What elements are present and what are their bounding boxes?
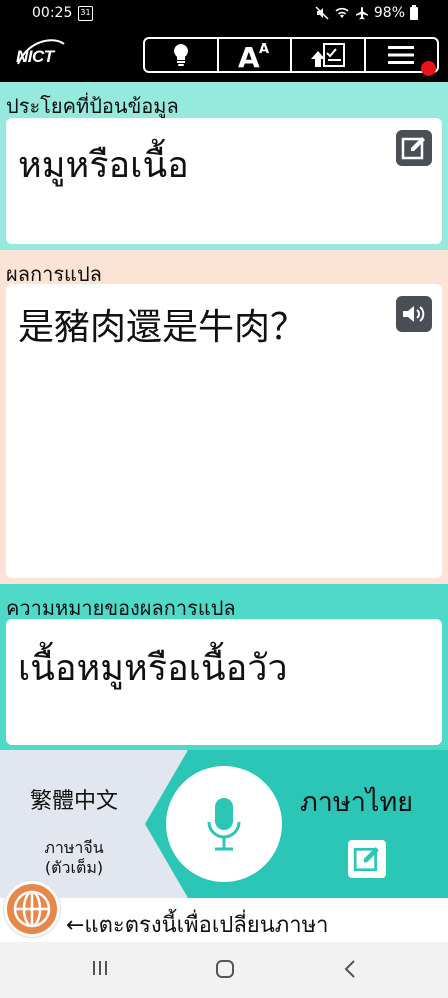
translation-card: 是豬肉還是牛肉？: [6, 284, 442, 578]
hint-button[interactable]: [145, 39, 219, 71]
translation-section: ผลการแปล 是豬肉還是牛肉？: [0, 250, 448, 584]
font-size-button[interactable]: A A: [219, 39, 292, 71]
airplane-mode-icon: [355, 7, 368, 20]
app-toolbar: NICT A A: [0, 28, 448, 82]
translation-text: 是豬肉還是牛肉？: [18, 307, 307, 348]
microphone-button[interactable]: [166, 766, 282, 882]
target-language-name[interactable]: ภาษาไทย: [300, 780, 413, 823]
back-translation-section: ความหมายของผลการแปล เนื้อหมูหรือเนื้อวัว: [0, 584, 448, 750]
upload-list-icon: [310, 43, 345, 67]
edit-icon: [401, 137, 425, 160]
back-button[interactable]: [342, 958, 358, 980]
home-icon: [216, 960, 234, 978]
edit-icon: [353, 847, 379, 872]
notification-badge: [421, 61, 436, 76]
input-card[interactable]: หมูหรือเนื้อ: [6, 118, 442, 244]
input-text: หมูหรือเนื้อ: [18, 145, 189, 186]
calendar-icon: 31: [78, 6, 93, 21]
battery-icon: [410, 4, 418, 20]
mute-icon: [315, 6, 329, 20]
microphone-icon: [207, 798, 241, 851]
globe-icon: [13, 890, 51, 928]
status-time: 00:25: [32, 5, 73, 21]
app-logo[interactable]: NICT: [16, 47, 54, 67]
back-icon: [344, 960, 355, 978]
svg-text:A: A: [238, 41, 260, 69]
toolbar-button-group: A A: [143, 37, 439, 73]
status-icons: 98%: [315, 4, 418, 21]
svg-text:A: A: [259, 42, 269, 57]
lightbulb-icon: [173, 44, 188, 66]
recent-apps-button[interactable]: [90, 958, 110, 978]
speaker-icon: [403, 306, 425, 322]
switch-language-hint[interactable]: ←แตะตรงนี้เพื่อเปลี่ยนภาษา: [66, 907, 328, 942]
source-language-name[interactable]: 繁體中文: [20, 783, 128, 815]
source-language-subtitle: ภาษาจีน (ตัวเต็ม): [20, 838, 128, 878]
edit-input-button[interactable]: [396, 130, 432, 166]
language-switch-button[interactable]: [4, 881, 60, 937]
text-input-button[interactable]: [348, 840, 386, 878]
font-size-icon: A A: [238, 41, 269, 69]
history-button[interactable]: [292, 39, 366, 71]
battery-percent: 98%: [373, 5, 405, 21]
system-nav-bar: [0, 942, 448, 998]
source-language-sub-line1: ภาษาจีน: [44, 838, 104, 857]
status-bar: 00:25 31 98%: [0, 0, 448, 28]
source-language-sub-line2: (ตัวเต็ม): [44, 858, 104, 877]
input-section: ประโยคที่ป้อนข้อมูล หมูหรือเนื้อ: [0, 82, 448, 250]
home-button[interactable]: [214, 958, 236, 980]
back-translation-text: เนื้อหมูหรือเนื้อวัว: [18, 648, 288, 689]
recent-apps-icon: [93, 961, 107, 975]
back-translation-card: เนื้อหมูหรือเนื้อวัว: [6, 619, 442, 745]
wifi-icon: [335, 7, 349, 18]
speak-button[interactable]: [396, 296, 432, 332]
hamburger-menu-icon: [388, 46, 415, 64]
